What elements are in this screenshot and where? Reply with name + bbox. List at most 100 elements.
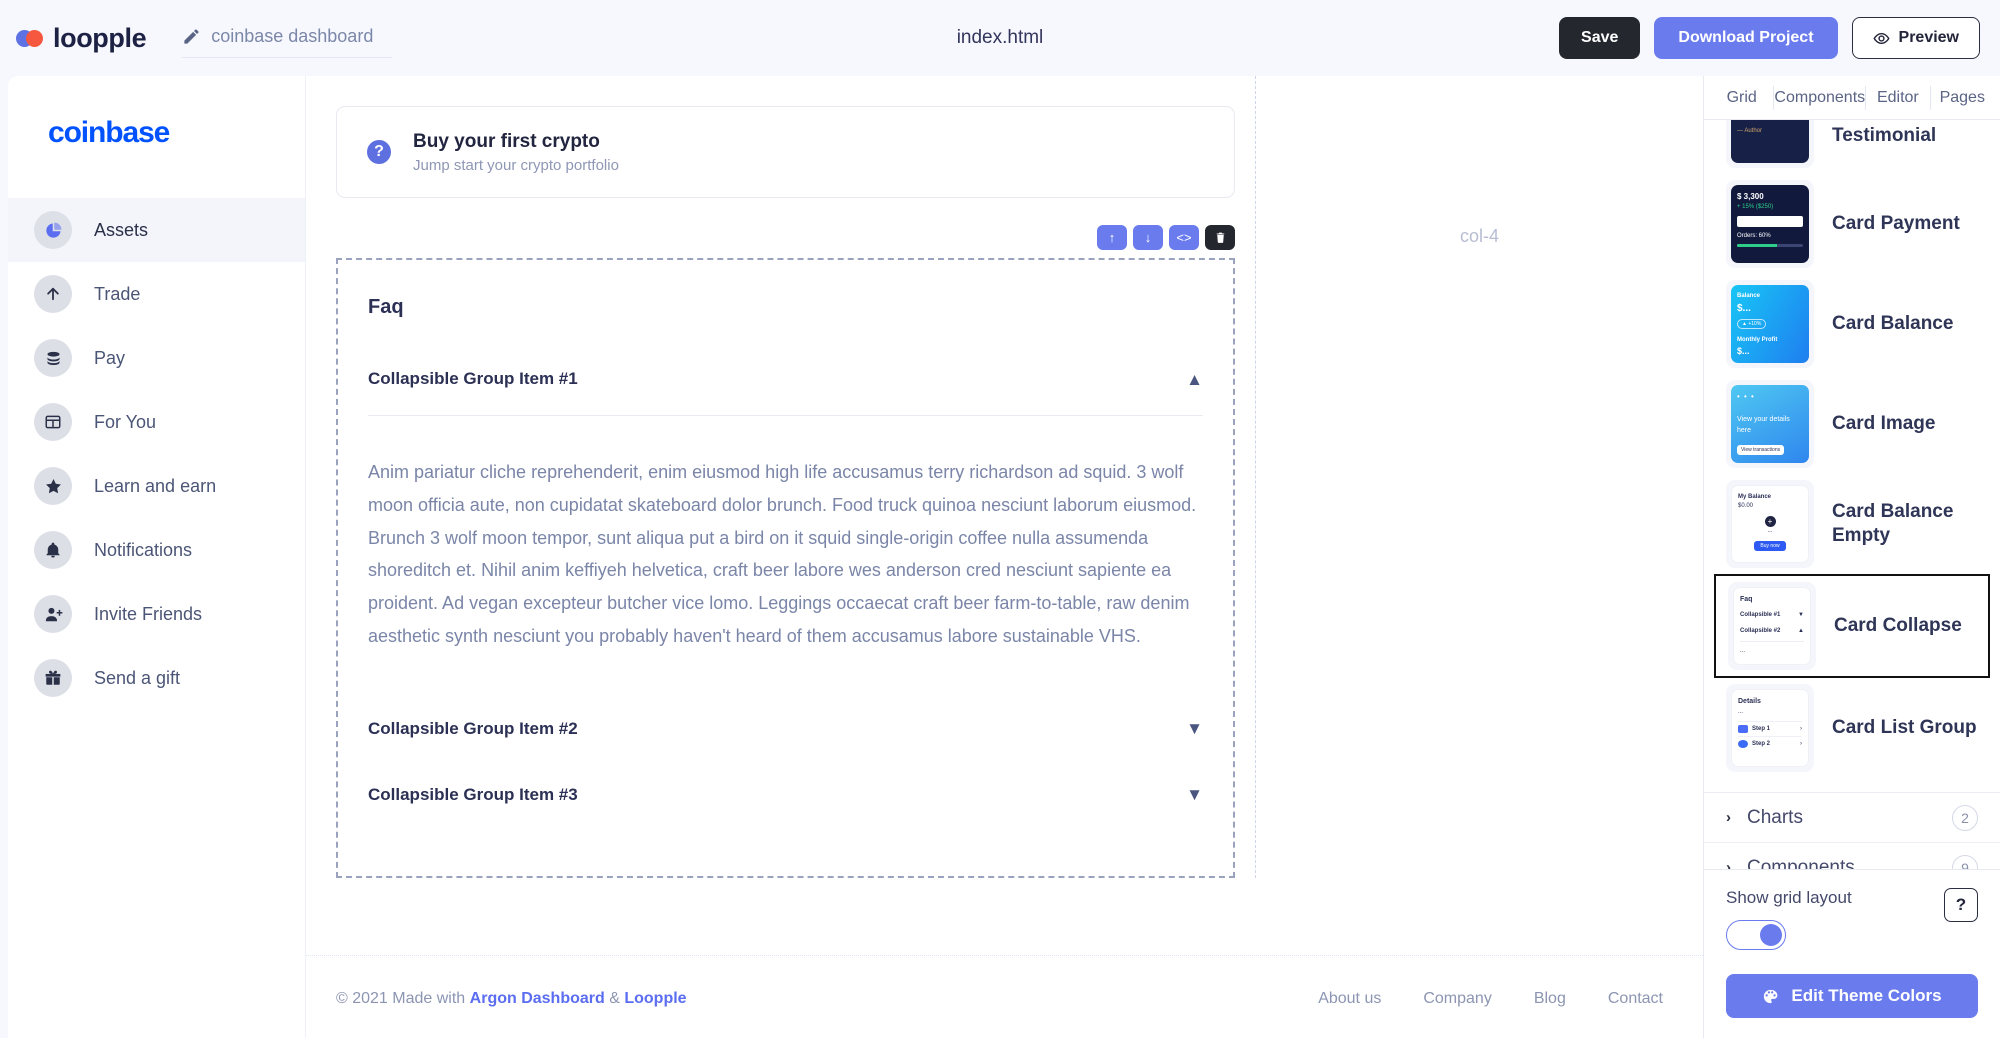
loopple-editor-app: loopple coinbase dashboard index.html Sa… <box>0 0 2000 1038</box>
footer-links: About us Company Blog Contact <box>1318 990 1663 1008</box>
component-item-card-testimonial[interactable]: ... — Author Card Testimonial <box>1704 120 2000 174</box>
move-down-button[interactable]: ↓ <box>1133 225 1163 250</box>
delete-button[interactable] <box>1205 225 1235 250</box>
accordion-item-1-header[interactable]: Collapsible Group Item #1 ▲ <box>368 369 1203 389</box>
chevron-down-icon[interactable]: ▼ <box>1186 720 1203 737</box>
faq-block-wrapper: ↑ ↓ <> Faq Collapsible Group Item #1 ▲ A… <box>336 225 1235 878</box>
chevron-down-icon[interactable]: ▼ <box>1186 786 1203 803</box>
component-item-card-balance-empty[interactable]: My Balance $0.00 + ... Buy now Card Bala… <box>1704 474 2000 574</box>
canvas-col-right[interactable]: col-4 <box>1255 76 1703 878</box>
canvas-main: ? Buy your first crypto Jump start your … <box>306 76 1703 1038</box>
star-icon <box>34 467 72 505</box>
block-toolbar: ↑ ↓ <> <box>1097 225 1235 250</box>
component-thumbnail: Faq Collapsible #1 ▼ Collapsible #2 ▲ ..… <box>1728 582 1816 670</box>
coinbase-sidebar: coinbase Assets Trade Pay For You Learn … <box>8 76 306 1038</box>
panel-tabs: Grid Components Editor Pages <box>1704 76 2000 120</box>
show-grid-layout-toggle[interactable] <box>1726 920 1786 950</box>
loopple-brand[interactable]: loopple <box>16 23 147 54</box>
component-name: Card Collapse <box>1834 615 1962 637</box>
design-canvas[interactable]: coinbase Assets Trade Pay For You Learn … <box>0 76 1703 1038</box>
eye-icon <box>1872 30 1890 47</box>
buy-first-crypto-card[interactable]: ? Buy your first crypto Jump start your … <box>336 106 1235 198</box>
thumb-caption: View your details here <box>1737 416 1790 434</box>
view-code-button[interactable]: <> <box>1169 225 1199 250</box>
footer-link-about-us[interactable]: About us <box>1318 990 1381 1008</box>
tab-pages[interactable]: Pages <box>1931 86 1994 110</box>
help-button[interactable]: ? <box>1944 888 1978 922</box>
sidebar-item-pay[interactable]: Pay <box>8 326 305 390</box>
sidebar-item-invite-friends[interactable]: Invite Friends <box>8 582 305 646</box>
card-collapse-faq[interactable]: Faq Collapsible Group Item #1 ▲ Anim par… <box>336 258 1235 878</box>
move-up-button[interactable]: ↑ <box>1097 225 1127 250</box>
thumb-line2: — Author <box>1737 128 1763 134</box>
grid-toggle-label: Show grid layout <box>1726 888 1852 907</box>
accordion-item-1-label: Collapsible Group Item #1 <box>368 369 578 388</box>
thumb-step2: Step 2 <box>1752 740 1771 747</box>
component-item-card-payment[interactable]: $ 3,300 + 15% ($250) Orders: 60% Card Pa… <box>1704 174 2000 274</box>
accordion-item-2-header[interactable]: Collapsible Group Item #2 ▼ <box>368 719 1203 739</box>
list-item: Step 2 › <box>1738 735 1802 751</box>
sidebar-item-notifications[interactable]: Notifications <box>8 518 305 582</box>
component-thumbnail: $ 3,300 + 15% ($250) Orders: 60% <box>1726 180 1814 268</box>
panel-scroll-area[interactable]: ... — Author Card Testimonial $ 3,300 + … <box>1704 120 2000 869</box>
editor-body: coinbase Assets Trade Pay For You Learn … <box>0 76 2000 1038</box>
question-mark-icon: ? <box>367 140 391 164</box>
tab-grid[interactable]: Grid <box>1710 85 1775 110</box>
component-item-card-collapse[interactable]: Faq Collapsible #1 ▼ Collapsible #2 ▲ ..… <box>1714 574 1990 678</box>
footer-link-blog[interactable]: Blog <box>1534 990 1566 1008</box>
category-label: Components <box>1747 856 1855 870</box>
category-components[interactable]: › Components 9 <box>1704 843 2000 869</box>
sidebar-item-learn-and-earn[interactable]: Learn and earn <box>8 454 305 518</box>
component-thumbnail: ... — Author <box>1726 120 1814 168</box>
user-plus-icon <box>34 595 72 633</box>
thumb-dots: • • • <box>1737 392 1755 401</box>
component-item-card-list-group[interactable]: Details ... Step 1 › Step 2 › Card List … <box>1704 678 2000 778</box>
grid-table-icon <box>34 403 72 441</box>
coinbase-nav: Assets Trade Pay For You Learn and earn … <box>8 198 305 710</box>
component-thumbnail: My Balance $0.00 + ... Buy now <box>1726 480 1814 568</box>
sidebar-item-assets[interactable]: Assets <box>8 198 305 262</box>
thumb-button: View transactions <box>1737 445 1785 455</box>
footer-link-loopple[interactable]: Loopple <box>624 990 686 1007</box>
accordion-item-3-header[interactable]: Collapsible Group Item #3 ▼ <box>368 785 1203 805</box>
gift-icon <box>34 659 72 697</box>
download-project-button[interactable]: Download Project <box>1654 17 1838 59</box>
sidebar-item-label: Notifications <box>94 539 193 560</box>
edit-theme-colors-button[interactable]: Edit Theme Colors <box>1726 974 1978 1018</box>
component-name: Card Balance Empty <box>1832 501 1954 546</box>
sidebar-item-trade[interactable]: Trade <box>8 262 305 326</box>
preview-button[interactable]: Preview <box>1851 17 1980 59</box>
card-icon <box>1738 725 1748 733</box>
chevron-up-icon[interactable]: ▲ <box>1186 371 1203 388</box>
component-item-card-image[interactable]: • • • View your details here View transa… <box>1704 374 2000 474</box>
thumb-title: Balance <box>1737 293 1761 299</box>
footer-link-contact[interactable]: Contact <box>1608 990 1663 1008</box>
plus-icon: + <box>1764 516 1776 527</box>
thumb-dash: ... <box>1738 708 1744 715</box>
bell-icon <box>34 531 72 569</box>
sidebar-item-label: Invite Friends <box>94 603 203 624</box>
component-name: Card List Group <box>1832 717 1977 739</box>
thumb-delta: + 15% ($250) <box>1737 204 1774 210</box>
tab-editor[interactable]: Editor <box>1866 85 1931 110</box>
chevron-right-icon: › <box>1800 725 1802 732</box>
sidebar-item-for-you[interactable]: For You <box>8 390 305 454</box>
footer-link-company[interactable]: Company <box>1423 990 1491 1008</box>
save-button[interactable]: Save <box>1559 17 1641 59</box>
project-name-field[interactable]: coinbase dashboard <box>182 18 393 58</box>
accordion-spacer <box>368 739 1203 785</box>
component-item-card-balance[interactable]: Balance $... ▲ +10% Monthly Profit $... … <box>1704 274 2000 374</box>
tab-components[interactable]: Components <box>1774 85 1867 110</box>
pencil-icon <box>182 27 201 46</box>
chevron-down-icon: ▼ <box>1798 611 1804 618</box>
thumb-button: Buy now <box>1754 541 1786 551</box>
grid-toggle-row: Show grid layout ? <box>1704 870 2000 966</box>
footer-link-argon[interactable]: Argon Dashboard <box>470 990 605 1007</box>
thumb-progress-bar <box>1737 244 1803 247</box>
thumb-badge: ▲ +10% <box>1737 319 1767 329</box>
category-charts[interactable]: › Charts 2 <box>1704 793 2000 843</box>
pie-chart-icon <box>34 211 72 249</box>
component-name: Card Testimonial <box>1832 120 1937 146</box>
chevron-right-icon: › <box>1726 859 1731 869</box>
sidebar-item-send-a-gift[interactable]: Send a gift <box>8 646 305 710</box>
